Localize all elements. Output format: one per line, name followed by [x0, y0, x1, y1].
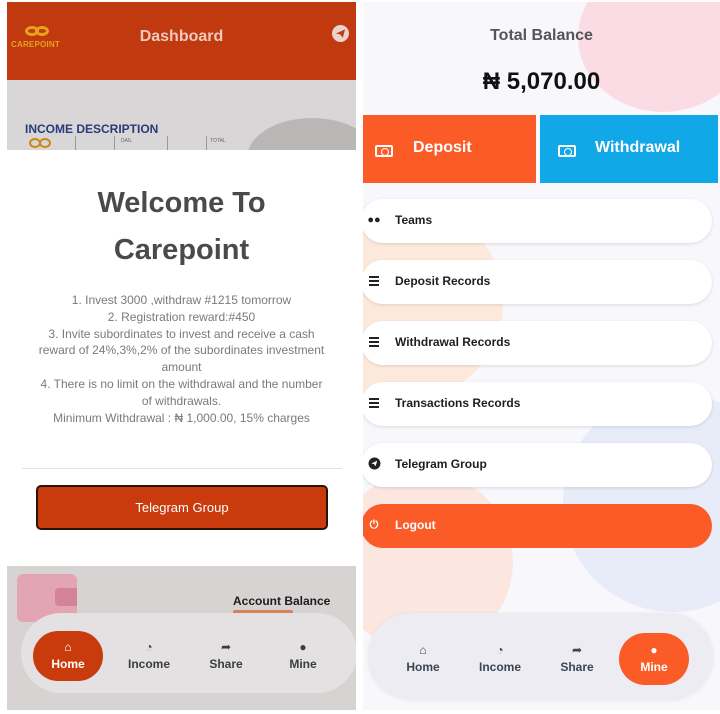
rule-item: 3. Invite subordinates to invest and rec…: [38, 326, 325, 375]
users-icon: ●●: [367, 214, 381, 226]
screenshot-root: CAREPOINT Dashboard INCOME DESCRIPTION D…: [0, 0, 720, 714]
modal-divider: [22, 468, 342, 469]
dashboard-screen: CAREPOINT Dashboard INCOME DESCRIPTION D…: [7, 2, 356, 710]
nav-income[interactable]: ◔ Income: [465, 643, 535, 674]
mine-screen: Total Balance ₦ 5,070.00 Deposit Withdra…: [363, 2, 720, 710]
rules-list: 1. Invest 3000 ,withdraw #1215 tomorrow …: [37, 292, 326, 426]
nav-income[interactable]: ◔ Income: [114, 640, 184, 671]
user-icon: ●: [650, 643, 658, 657]
nav-label: Income: [478, 660, 521, 674]
nav-label: Share: [560, 660, 594, 674]
nav-label: Home: [51, 657, 85, 671]
brand-line: Carepoint: [113, 234, 250, 266]
menu-logout[interactable]: ⏻ Logout: [363, 504, 712, 548]
user-icon: ●: [299, 640, 307, 654]
withdrawal-label: Withdrawal: [595, 139, 681, 156]
divider: [167, 136, 168, 150]
withdrawal-button[interactable]: Withdrawal: [540, 115, 718, 183]
menu-label: Teams: [395, 213, 433, 227]
rule-item: 2. Registration reward:#450: [107, 309, 256, 324]
divider: [75, 136, 76, 150]
income-section: INCOME DESCRIPTION DAIL TOTAL: [7, 80, 356, 198]
nav-share[interactable]: ➦ Share: [191, 640, 261, 671]
menu-label: Deposit Records: [395, 274, 491, 288]
nav-home[interactable]: ⌂ Home: [33, 631, 103, 681]
welcome-modal: Welcome To Carepoint 1. Invest 3000 ,wit…: [7, 150, 356, 566]
pie-chart-icon: ◔: [496, 643, 504, 657]
share-icon: ➦: [571, 643, 583, 657]
home-icon: ⌂: [419, 643, 427, 657]
menu-teams[interactable]: ●● Teams: [363, 199, 712, 243]
welcome-line: Welcome To: [97, 187, 266, 219]
pie-chart-icon: ◔: [145, 640, 153, 654]
nav-label: Mine: [640, 660, 668, 674]
total-balance-label: Total Balance: [490, 27, 593, 44]
nav-home[interactable]: ⌂ Home: [388, 643, 458, 674]
income-col-total: TOTAL: [210, 138, 226, 144]
bottom-nav: ⌂ Home ◔ Income ➦ Share ● Mine: [368, 613, 713, 699]
page-title: Dashboard: [139, 28, 224, 45]
telegram-send-icon[interactable]: [332, 25, 349, 42]
bottom-nav: ⌂ Home ◔ Income ➦ Share ● Mine: [21, 613, 356, 693]
home-icon: ⌂: [64, 640, 72, 654]
nav-label: Share: [209, 657, 243, 671]
nav-label: Mine: [289, 657, 317, 671]
nav-mine[interactable]: ● Mine: [619, 633, 689, 685]
nav-mine[interactable]: ● Mine: [268, 640, 338, 671]
rule-item: 1. Invest 3000 ,withdraw #1215 tomorrow: [71, 293, 292, 307]
divider: [206, 136, 207, 150]
cash-icon: [375, 145, 393, 157]
rule-item: Minimum Withdrawal : ₦ 1,000.00, 15% cha…: [53, 410, 310, 425]
income-description-title: INCOME DESCRIPTION: [25, 122, 159, 136]
menu-label: Withdrawal Records: [395, 335, 511, 349]
income-col-daily: DAIL: [121, 138, 133, 144]
menu-label: Telegram Group: [395, 457, 487, 471]
menu-transactions-records[interactable]: Transactions Records: [363, 382, 712, 426]
power-icon: ⏻: [369, 519, 379, 531]
menu-deposit-records[interactable]: Deposit Records: [363, 260, 712, 304]
share-icon: ➦: [220, 640, 232, 654]
income-logo-icon: [29, 138, 55, 150]
telegram-group-button[interactable]: Telegram Group: [36, 485, 328, 530]
cash-icon: [558, 145, 576, 157]
nav-share[interactable]: ➦ Share: [542, 643, 612, 674]
dashboard-header: CAREPOINT Dashboard: [7, 2, 356, 80]
menu-label: Transactions Records: [395, 396, 521, 410]
list-icon: [367, 274, 381, 288]
rule-item: 4. There is no limit on the withdrawal a…: [40, 376, 323, 408]
telegram-icon: [367, 457, 381, 471]
account-balance-label: Account Balance: [233, 594, 331, 608]
welcome-heading: Welcome To Carepoint: [7, 180, 356, 274]
menu-withdrawal-records[interactable]: Withdrawal Records: [363, 321, 712, 365]
menu-telegram-group[interactable]: Telegram Group: [363, 443, 712, 487]
list-icon: [367, 335, 381, 349]
list-icon: [367, 396, 381, 410]
total-balance-value: ₦ 5,070.00: [482, 68, 601, 95]
deposit-label: Deposit: [413, 139, 472, 156]
nav-label: Income: [127, 657, 170, 671]
deposit-button[interactable]: Deposit: [363, 115, 536, 183]
menu-label: Logout: [395, 518, 436, 532]
nav-label: Home: [406, 660, 440, 674]
divider: [114, 136, 115, 150]
